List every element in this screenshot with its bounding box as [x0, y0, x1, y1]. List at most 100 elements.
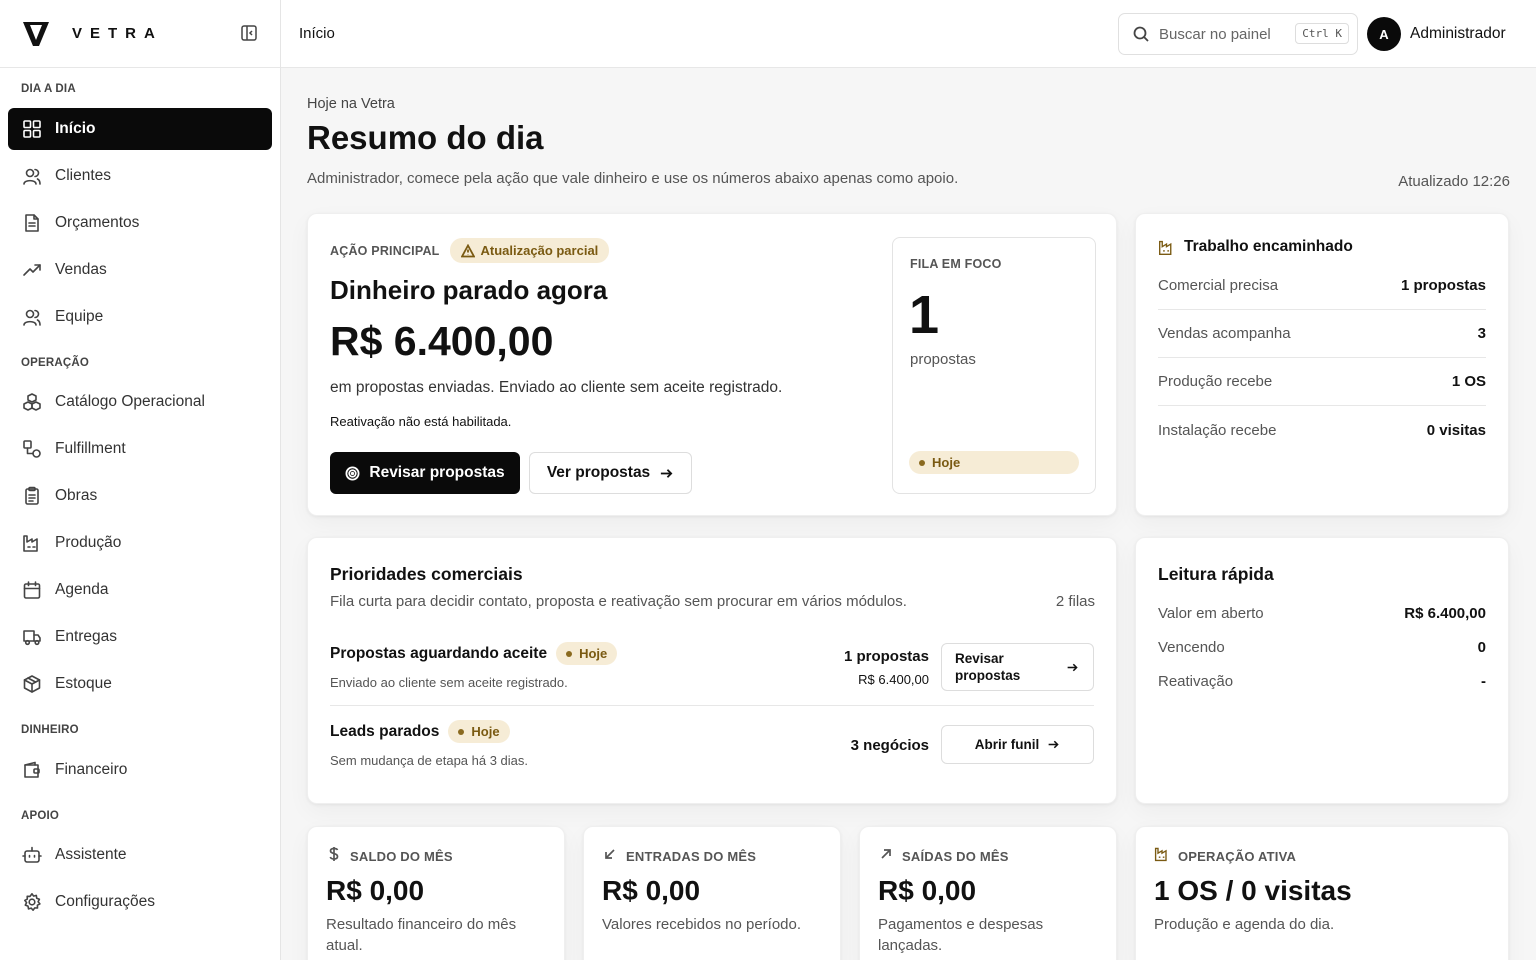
action-note: Reativação não está habilitada.	[330, 414, 512, 429]
priority-metric: 1 propostas	[843, 648, 929, 665]
sidebar-item-entregas[interactable]: Entregas	[8, 616, 272, 658]
stat-value: R$ 0,00	[878, 875, 977, 906]
review-proposals-button[interactable]: Revisar propostas	[330, 452, 520, 494]
sidebar-item-assistente[interactable]: Assistente	[8, 834, 272, 876]
sidebar-item-label: Clientes	[55, 167, 111, 184]
routed-row: Instalação recebe 0 visitas	[1158, 406, 1486, 454]
breadcrumb: Início	[299, 25, 335, 42]
factory-icon	[22, 533, 42, 553]
sidebar-item-orcamentos[interactable]: Orçamentos	[8, 202, 272, 244]
sidebar-item-label: Início	[55, 120, 96, 137]
sidebar-item-label: Orçamentos	[55, 214, 140, 231]
document-icon	[22, 213, 42, 233]
routed-row: Produção recebe 1 OS	[1158, 358, 1486, 406]
stat-card-saidas: SAÍDAS DO MÊS R$ 0,00 Pagamentos e despe…	[859, 826, 1117, 960]
row-value: 3	[1477, 325, 1486, 342]
sidebar-item-label: Obras	[55, 487, 98, 504]
row-label: Produção recebe	[1158, 373, 1273, 390]
sidebar-item-catalogo[interactable]: Catálogo Operacional	[8, 381, 272, 423]
focus-caption: FILA EM FOCO	[910, 257, 1002, 271]
brand-name: VETRA	[72, 25, 163, 42]
sidebar-item-obras[interactable]: Obras	[8, 475, 272, 517]
focus-count: 1	[909, 285, 940, 345]
review-proposals-row-button[interactable]: Revisar propostas	[941, 643, 1094, 691]
priorities-subtitle: Fila curta para decidir contato, propost…	[330, 593, 907, 610]
stat-value: 1 OS / 0 visitas	[1154, 875, 1352, 906]
sidebar-item-financeiro[interactable]: Financeiro	[8, 749, 272, 791]
sidebar-item-label: Produção	[55, 534, 122, 551]
today-badge: Hoje	[556, 642, 618, 665]
quick-row: Vencendo 0	[1158, 639, 1486, 656]
open-funnel-button[interactable]: Abrir funil	[941, 725, 1094, 764]
trending-up-icon	[22, 260, 42, 280]
row-value: -	[1481, 673, 1486, 690]
focus-queue-panel[interactable]: FILA EM FOCO 1 propostas Hoje	[892, 237, 1096, 494]
arrow-right-icon	[1048, 740, 1059, 749]
arrow-right-icon	[661, 468, 673, 478]
search-placeholder: Buscar no painel	[1159, 25, 1271, 43]
user-name[interactable]: Administrador	[1410, 25, 1506, 43]
action-amount: R$ 6.400,00	[330, 318, 554, 364]
stat-label: SALDO DO MÊS	[350, 849, 453, 864]
row-label: Vencendo	[1158, 639, 1225, 656]
avatar[interactable]: A	[1367, 17, 1401, 51]
truck-icon	[22, 627, 42, 647]
sidebar-item-configuracoes[interactable]: Configurações	[8, 881, 272, 923]
sidebar-item-label: Financeiro	[55, 761, 128, 778]
priority-title: Propostas aguardando aceite	[330, 644, 548, 662]
calendar-icon	[22, 580, 42, 600]
priority-metric: 3 negócios	[850, 737, 929, 754]
stat-value: R$ 0,00	[326, 875, 425, 906]
search-input[interactable]: Buscar no painel Ctrl K	[1118, 13, 1358, 55]
topbar: Início Buscar no painel Ctrl K A Adminis…	[281, 0, 1536, 68]
wallet-icon	[22, 760, 42, 780]
row-value: 1 OS	[1451, 373, 1486, 390]
sidebar-item-equipe[interactable]: Equipe	[8, 296, 272, 338]
logo-icon	[23, 21, 49, 46]
page-subtitle: Administrador, comece pela ação que vale…	[307, 170, 959, 187]
routed-row: Comercial precisa 1 propostas	[1158, 262, 1486, 310]
arrow-up-right-icon	[878, 846, 894, 867]
target-icon	[345, 466, 360, 480]
sidebar-collapse-icon[interactable]	[240, 24, 258, 42]
sidebar-item-label: Vendas	[55, 261, 107, 278]
today-label: Hoje	[471, 724, 500, 739]
action-caption: AÇÃO PRINCIPAL	[330, 243, 440, 258]
list-item: Propostas aguardando aceite Hoje Enviado…	[330, 638, 1094, 706]
priority-title: Leads parados	[330, 722, 440, 740]
priority-metric-sub: R$ 6.400,00	[858, 672, 929, 687]
sidebar-item-producao[interactable]: Produção	[8, 522, 272, 564]
section-label-operacao: OPERAÇÃO	[21, 357, 90, 369]
stat-card-operacao: OPERAÇÃO ATIVA 1 OS / 0 visitas Produção…	[1135, 826, 1509, 960]
arrow-down-left-icon	[602, 846, 618, 867]
page-title: Resumo do dia	[307, 119, 544, 156]
sidebar-item-inicio[interactable]: Início	[8, 108, 272, 150]
gear-icon	[22, 892, 42, 912]
stat-card-saldo: SALDO DO MÊS R$ 0,00 Resultado financeir…	[307, 826, 565, 960]
sidebar-item-label: Catálogo Operacional	[55, 393, 205, 410]
row-value: 0	[1477, 639, 1486, 656]
row-value: 0 visitas	[1426, 421, 1486, 439]
stat-card-entradas: ENTRADAS DO MÊS R$ 0,00 Valores recebido…	[583, 826, 841, 960]
stat-desc: Produção e agenda do dia.	[1154, 916, 1335, 933]
action-description: em propostas enviadas. Enviado ao client…	[330, 379, 783, 396]
stat-label: ENTRADAS DO MÊS	[626, 849, 757, 864]
row-label: Vendas acompanha	[1158, 325, 1291, 342]
arrow-right-icon	[1067, 663, 1078, 671]
sidebar-item-vendas[interactable]: Vendas	[8, 249, 272, 291]
sidebar-item-fulfillment[interactable]: Fulfillment	[8, 428, 272, 470]
sidebar-item-label: Fulfillment	[55, 440, 126, 457]
row-label: Reativação	[1158, 673, 1234, 690]
sidebar-item-estoque[interactable]: Estoque	[8, 663, 272, 705]
bot-icon	[22, 845, 42, 865]
status-badge: Atualização parcial	[449, 238, 610, 263]
clipboard-icon	[22, 486, 42, 506]
quick-title: Leitura rápida	[1158, 564, 1274, 584]
action-heading: Dinheiro parado agora	[330, 275, 608, 305]
warning-icon	[460, 243, 475, 257]
updated-timestamp: Atualizado 12:26	[1398, 173, 1510, 190]
sidebar-item-label: Equipe	[55, 308, 104, 325]
sidebar-item-agenda[interactable]: Agenda	[8, 569, 272, 611]
sidebar-item-clientes[interactable]: Clientes	[8, 155, 272, 197]
view-proposals-button[interactable]: Ver propostas	[529, 452, 692, 494]
